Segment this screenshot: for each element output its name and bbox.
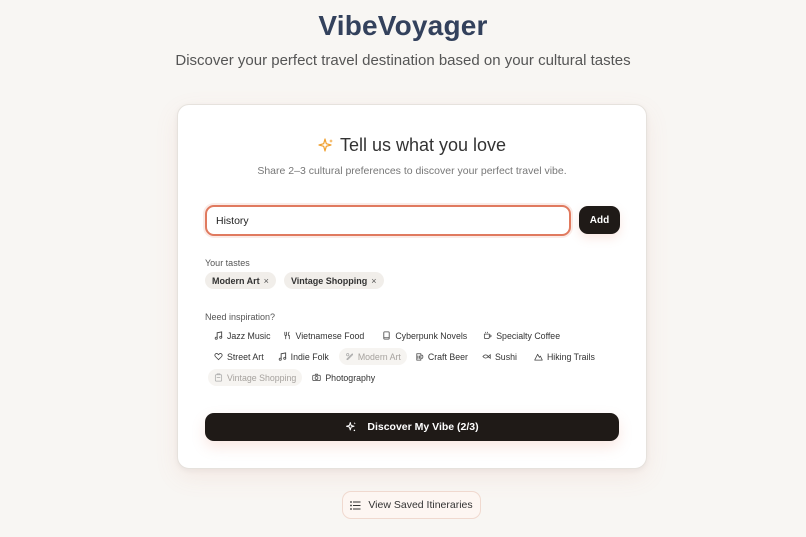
discover-vibe-button[interactable]: Discover My Vibe (2/3) xyxy=(205,413,619,441)
saved-button-label: View Saved Itineraries xyxy=(368,499,473,511)
remove-taste-button[interactable]: × xyxy=(371,276,376,286)
inspiration-sushi[interactable]: Sushi xyxy=(476,348,523,365)
music-note-icon xyxy=(278,352,286,361)
taste-chip-label: Modern Art xyxy=(212,275,260,286)
fish-icon xyxy=(482,353,491,360)
app-subtitle: Discover your perfect travel destination… xyxy=(175,52,631,69)
inspiration-label: Need inspiration? xyxy=(205,312,276,322)
inspiration-street-art[interactable]: Street Art xyxy=(208,348,270,365)
card-heading: Tell us what you love xyxy=(178,135,646,156)
taste-chip-label: Vintage Shopping xyxy=(290,275,368,286)
add-button[interactable]: Add xyxy=(579,206,620,234)
tastes-list: Modern Art × Vintage Shopping × xyxy=(205,272,384,289)
inspiration-row: Vintage Shopping Photography xyxy=(208,369,381,386)
inspiration-hiking-trails[interactable]: Hiking Trails xyxy=(528,348,601,365)
inspiration-photography[interactable]: Photography xyxy=(306,369,381,386)
inspiration-row: Jazz Music Vietnamese Food Cyberpunk Nov… xyxy=(208,327,566,344)
inspiration-label-text: Jazz Music xyxy=(227,330,271,341)
your-tastes-label: Your tastes xyxy=(205,258,250,268)
inspiration-vietnamese-food[interactable]: Vietnamese Food xyxy=(277,327,371,344)
camera-icon xyxy=(312,373,321,382)
inspiration-cyberpunk-novels[interactable]: Cyberpunk Novels xyxy=(376,327,473,344)
book-icon xyxy=(383,331,390,340)
music-note-icon xyxy=(214,331,223,340)
beer-icon xyxy=(416,353,424,361)
inspiration-label-text: Hiking Trails xyxy=(546,351,595,362)
card-description: Share 2–3 cultural preferences to discov… xyxy=(257,165,567,177)
utensils-icon xyxy=(283,331,290,340)
card-heading-text: Tell us what you love xyxy=(339,135,507,155)
heart-icon xyxy=(214,353,223,361)
list-icon xyxy=(350,500,361,510)
sparkle-icon xyxy=(346,422,357,432)
inspiration-label-text: Vintage Shopping xyxy=(227,372,297,383)
inspiration-label-text: Craft Beer xyxy=(427,351,468,362)
preferences-card: Tell us what you love Share 2–3 cultural… xyxy=(177,104,647,469)
inspiration-specialty-coffee[interactable]: Specialty Coffee xyxy=(477,327,566,344)
discover-button-label: Discover My Vibe (2/3) xyxy=(367,421,479,433)
inspiration-jazz-music[interactable]: Jazz Music xyxy=(208,327,277,344)
taste-chip: Vintage Shopping × xyxy=(283,272,384,289)
view-saved-itineraries-button[interactable]: View Saved Itineraries xyxy=(342,491,481,519)
inspiration-label-text: Specialty Coffee xyxy=(496,330,561,341)
inspiration-vintage-shopping[interactable]: Vintage Shopping xyxy=(208,369,303,386)
inspiration-row: Street Art Indie Folk Modern Art Craft B… xyxy=(208,348,601,365)
mountain-icon xyxy=(534,353,543,361)
palette-icon xyxy=(345,353,353,361)
remove-taste-button[interactable]: × xyxy=(264,276,269,286)
inspiration-label-text: Photography xyxy=(325,372,376,383)
shopping-icon xyxy=(214,373,223,382)
inspiration-label-text: Indie Folk xyxy=(290,351,329,362)
inspiration-craft-beer[interactable]: Craft Beer xyxy=(409,348,474,365)
coffee-icon xyxy=(484,331,492,340)
sparkle-icon xyxy=(318,137,333,152)
inspiration-label-text: Vietnamese Food xyxy=(295,330,365,341)
taste-chip: Modern Art × xyxy=(205,272,276,289)
inspiration-indie-folk[interactable]: Indie Folk xyxy=(272,348,335,365)
inspiration-label-text: Cyberpunk Novels xyxy=(395,330,468,341)
inspiration-modern-art[interactable]: Modern Art xyxy=(338,348,407,365)
app-title: VibeVoyager xyxy=(318,10,488,41)
inspiration-label-text: Sushi xyxy=(494,351,517,362)
inspiration-label-text: Street Art xyxy=(227,351,264,362)
inspiration-label-text: Modern Art xyxy=(357,351,401,362)
taste-input[interactable] xyxy=(205,205,571,236)
